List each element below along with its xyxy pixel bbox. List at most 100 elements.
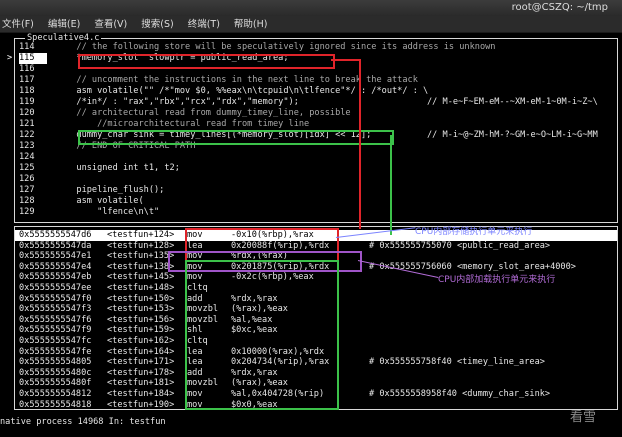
source-line: 118 asm volatile("" /*"mov $0, %%eax\n\t… — [15, 86, 617, 97]
source-line: 124 — [15, 152, 617, 163]
asm-function: <testfun+135> — [107, 251, 175, 262]
asm-function: <testfun+184> — [107, 389, 175, 399]
asm-mnemonic: add — [187, 293, 203, 304]
annotation-load: CPU内部加载执行单元来执行 — [438, 275, 556, 285]
asm-row: 0x5555555547fc <testfun+162> cltq — [15, 336, 617, 347]
source-line: 116 — [15, 64, 617, 75]
menu-view[interactable]: 查看(V) — [94, 16, 127, 32]
asm-row: 0x555555554812 <testfun+184> mov %al,0x4047… — [15, 389, 617, 400]
asm-operands: %rdx,(%rax) — [231, 251, 288, 262]
window-title-bar: root@CSZQ: ~/tmp — [0, 0, 622, 16]
line-code: pipeline_flush(); — [35, 185, 165, 195]
asm-function: <testfun+159> — [107, 325, 175, 336]
asm-operands: 0x20088f(%rip),%rdx — [231, 240, 330, 251]
asm-address: 0x5555555547e4 — [19, 261, 92, 272]
asm-row: 0x5555555547f3 <testfun+153> movzbl (%rax),… — [15, 304, 617, 315]
asm-operands: %rdx,%rax — [231, 293, 278, 304]
asm-operands: (%rax),%eax — [231, 304, 288, 315]
asm-operands: 0x201875(%rip),%rdx — [231, 261, 330, 272]
asm-mnemonic: movzbl — [187, 378, 219, 389]
asm-mnemonic: cltq — [187, 336, 208, 346]
asm-function: <testfun+148> — [107, 283, 175, 293]
asm-address: 0x5555555547fc — [19, 336, 92, 346]
asm-mnemonic: add — [187, 367, 203, 378]
asm-mnemonic: mov — [187, 272, 203, 283]
asm-address: 0x5555555547ee — [19, 283, 92, 293]
asm-window: 0x5555555547d6 <testfun+124> mov -0x10(%rbp… — [14, 226, 618, 410]
asm-function: <testfun+153> — [107, 304, 175, 315]
asm-row: 0x5555555547f9 <testfun+159> shl $0xc,%eax — [15, 325, 617, 336]
line-number: 124 — [19, 152, 35, 162]
menu-edit[interactable]: 编辑(E) — [48, 16, 80, 32]
asm-mnemonic: movzbl — [187, 314, 219, 325]
asm-row: 0x55555555480f <testfun+181> movzbl (%rax),… — [15, 378, 617, 389]
asm-mnemonic: lea — [187, 240, 203, 251]
line-number: 126 — [19, 174, 35, 184]
line-code: asm volatile( — [35, 196, 144, 206]
terminal-area[interactable]: Speculative4.c 114 // the following stor… — [0, 33, 622, 437]
asm-address: 0x5555555547da — [19, 240, 92, 251]
asm-address: 0x5555555547e1 — [19, 251, 92, 262]
asm-function: <testfun+162> — [107, 336, 175, 346]
line-code: // END OF CRITICAL PATH — [35, 141, 196, 151]
asm-function: <testfun+171> — [107, 357, 175, 368]
status-line: native process 14968 In: testfun — [0, 417, 166, 427]
asm-row: 0x55555555480c <testfun+178> add %rdx,%rax — [15, 368, 617, 379]
asm-operands: 0x10000(%rax),%rdx — [231, 346, 325, 357]
asm-mnemonic: mov — [187, 389, 203, 399]
asm-mnemonic: cltq — [187, 283, 208, 293]
asm-mnemonic: lea — [187, 357, 203, 368]
asm-row: 0x5555555547e1 <testfun+135> mov %rdx,(%rax… — [15, 251, 617, 262]
source-line: 122 dummy_char sink = timey_lines[(*memo… — [15, 130, 617, 141]
asm-row: 0x555555554805 <testfun+171> lea 0x204734(%… — [15, 357, 617, 368]
asm-operands: -0x10(%rbp),%rax — [231, 230, 314, 240]
asm-row: 0x5555555547f6 <testfun+156> movzbl %al,%ea… — [15, 315, 617, 326]
asm-operands: (%rax),%eax — [231, 378, 288, 389]
asm-mnemonic: movzbl — [187, 304, 219, 315]
asm-address: 0x555555554812 — [19, 389, 92, 399]
source-line: 114 // the following store will be specu… — [15, 42, 617, 53]
line-code: /*in*/ : "rax","rbx","rcx","rdx","memory… — [35, 97, 299, 107]
asm-row: 0x555555554818 <testfun+190> mov $0x0,%eax — [15, 400, 617, 411]
asm-function: <testfun+156> — [107, 314, 175, 325]
source-window: Speculative4.c 114 // the following stor… — [7, 33, 618, 223]
line-comment: // M-e~F~EM-eM--~XM-eM-1~0M-i~Z~\ — [427, 97, 598, 107]
source-line: 126 — [15, 174, 617, 185]
annotation-store: CPU内部存储执行单元来执行 — [415, 227, 533, 237]
line-number: 116 — [19, 64, 35, 74]
asm-mnemonic: shl — [187, 325, 203, 336]
watermark: 看雪 — [569, 410, 596, 425]
line-code: dummy_char sink = timey_lines[(*memory_s… — [35, 130, 372, 140]
asm-operands: %al,%eax — [231, 314, 273, 325]
asm-row: 0x5555555547fe <testfun+164> lea 0x10000(%r… — [15, 347, 617, 358]
line-code: unsigned int t1, t2; — [35, 163, 180, 173]
asm-address: 0x555555554805 — [19, 357, 92, 368]
menu-search[interactable]: 搜索(S) — [141, 16, 173, 32]
asm-mnemonic: mov — [187, 251, 203, 262]
asm-address: 0x55555555480f — [19, 378, 92, 389]
menu-terminal[interactable]: 终端(T) — [188, 16, 220, 32]
asm-comment: # 0x5555558958f40 <dummy_char_sink> — [369, 389, 551, 399]
asm-comment: # 0x555555755070 <public_read_area> — [369, 240, 551, 251]
asm-operands: %rdx,%rax — [231, 367, 278, 378]
asm-address: 0x5555555547d6 — [19, 230, 92, 240]
asm-address: 0x5555555547f6 — [19, 314, 92, 325]
line-code: // the following store will be speculati… — [35, 42, 496, 52]
menu-file[interactable]: 文件(F) — [2, 16, 34, 32]
asm-operands: $0x0,%eax — [231, 399, 278, 410]
menu-bar: 文件(F) 编辑(E) 查看(V) 搜索(S) 终端(T) 帮助(H) — [0, 16, 622, 33]
asm-address: 0x5555555547eb — [19, 272, 92, 283]
line-code: // uncomment the instructions in the nex… — [35, 75, 418, 85]
source-line: 123 // END OF CRITICAL PATH — [15, 141, 617, 152]
asm-mnemonic: lea — [187, 346, 203, 357]
asm-operands: 0x204734(%rip),%rax — [231, 357, 330, 368]
asm-function: <testfun+150> — [107, 293, 175, 304]
asm-operands: -0x2c(%rbp),%eax — [231, 272, 314, 283]
asm-row: 0x5555555547da <testfun+128> lea 0x20088f(%… — [15, 241, 617, 252]
source-line: 127 pipeline_flush(); — [15, 185, 617, 196]
asm-function: <testfun+145> — [107, 272, 175, 283]
menu-help[interactable]: 帮助(H) — [234, 16, 268, 32]
asm-function: <testfun+124> — [107, 230, 175, 240]
asm-address: 0x5555555547f0 — [19, 293, 92, 304]
line-code: //microarchitectural read from timey lin… — [35, 119, 310, 129]
